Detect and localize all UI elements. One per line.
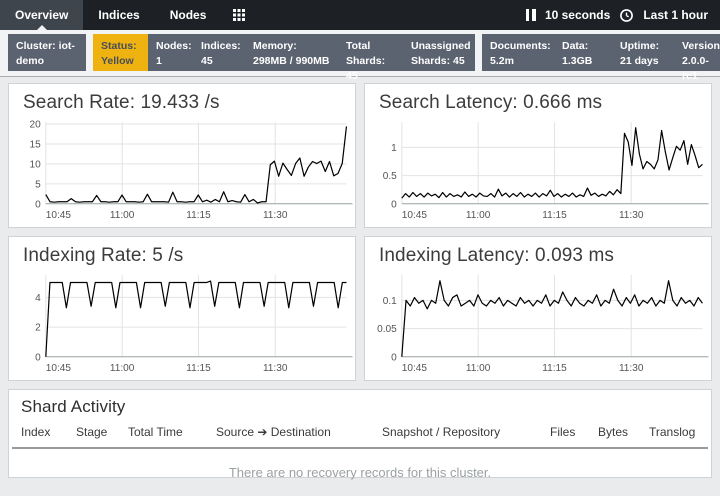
svg-text:2: 2: [35, 323, 41, 334]
charts-grid: Search Rate: 19.433 /s 0510152010:4511:0…: [8, 83, 712, 381]
svg-text:0.05: 0.05: [377, 324, 397, 335]
svg-text:10:45: 10:45: [402, 210, 428, 221]
svg-text:11:00: 11:00: [110, 210, 135, 221]
shard-column: Bytes: [598, 425, 649, 439]
shard-column: Snapshot / Repository: [382, 425, 550, 439]
svg-text:0: 0: [35, 199, 41, 210]
cluster-group: Cluster: iot-demo: [8, 34, 86, 71]
tab-overview[interactable]: Overview: [0, 0, 83, 30]
svg-text:0: 0: [391, 199, 397, 210]
panel-title: Search Rate: 19.433 /s: [23, 92, 355, 114]
documents-cell: Documents: 5.2m: [482, 34, 554, 71]
indexing-rate-chart: 0 2 4 10:45 11:00 11:15 11:30: [9, 268, 353, 381]
svg-text:11:30: 11:30: [619, 210, 644, 221]
panel-title: Indexing Latency: 0.093 ms: [379, 245, 711, 267]
indices-cell: Indices: 45: [193, 34, 245, 71]
time-range[interactable]: Last 1 hour: [643, 8, 708, 22]
svg-text:15: 15: [30, 140, 42, 151]
search-latency-panel: Search Latency: 0.666 ms 0 0.5 1 10:45 11:00…: [364, 83, 712, 228]
shard-activity-panel: Shard Activity IndexStageTotal TimeSourc…: [8, 389, 712, 478]
stats-group: Documents: 5.2mData: 1.3GBUptime: 21 day…: [482, 34, 720, 71]
pause-icon[interactable]: [526, 9, 536, 21]
cluster-summary-bar: Cluster: iot-demo Status: YellowNodes: 1…: [0, 30, 720, 77]
tab-nodes[interactable]: Nodes: [155, 0, 222, 30]
svg-text:20: 20: [30, 120, 42, 131]
version-cell: Version: 2.0.0-rc1: [674, 34, 720, 71]
top-navbar: Overview Indices Nodes 10 seconds: [0, 0, 720, 30]
svg-text:11:15: 11:15: [186, 363, 211, 374]
shard-column: Files: [550, 425, 598, 439]
svg-text:1: 1: [391, 143, 397, 154]
svg-text:11:00: 11:00: [466, 210, 491, 221]
search-latency-chart: 0 0.5 1 10:45 11:00 11:15 11:30: [365, 115, 709, 228]
cluster-cell: Cluster: iot-demo: [8, 34, 86, 71]
shard-column: Source ➔ Destination: [216, 425, 382, 439]
unassigned-shards-cell: Unassigned Shards: 45: [403, 34, 475, 71]
status-group: Status: YellowNodes: 1Indices: 45Memory:…: [93, 34, 475, 71]
uptime-cell: Uptime: 21 days: [612, 34, 674, 71]
svg-text:10:45: 10:45: [46, 210, 72, 221]
indexing-latency-panel: Indexing Latency: 0.093 ms 0 0.05 0.1 10:45…: [364, 236, 712, 381]
panel-title: Indexing Rate: 5 /s: [23, 245, 355, 267]
svg-text:5: 5: [35, 179, 41, 190]
svg-text:0: 0: [35, 352, 41, 363]
svg-text:0: 0: [391, 352, 397, 363]
shard-column: Translog: [649, 425, 695, 439]
shard-column: Index: [21, 425, 76, 439]
svg-text:11:15: 11:15: [186, 210, 211, 221]
page: Overview Indices Nodes 10 seconds: [0, 0, 720, 489]
status-cell: Status: Yellow: [93, 34, 148, 71]
nodes-cell: Nodes: 1: [148, 34, 193, 71]
indexing-latency-chart: 0 0.05 0.1 10:45 11:00 11:15 11:30: [365, 268, 709, 381]
svg-text:11:00: 11:00: [466, 363, 491, 374]
svg-text:10:45: 10:45: [46, 363, 72, 374]
refresh-interval[interactable]: 10 seconds: [545, 8, 610, 22]
navbar-controls: 10 seconds Last 1 hour: [526, 0, 720, 30]
indexing-rate-panel: Indexing Rate: 5 /s 0 2 4 10:45 11:00 11:15 11…: [8, 236, 356, 381]
nav-tabs: Overview Indices Nodes: [0, 0, 257, 30]
data-cell: Data: 1.3GB: [554, 34, 612, 71]
total-shards-cell: Total Shards: 45: [338, 34, 403, 71]
svg-text:10:45: 10:45: [402, 363, 428, 374]
shard-column: Stage: [76, 425, 128, 439]
svg-text:0.1: 0.1: [383, 296, 397, 307]
memory-cell: Memory: 298MB / 990MB: [245, 34, 338, 71]
apps-grid-icon[interactable]: [221, 0, 257, 30]
svg-text:11:15: 11:15: [542, 363, 567, 374]
shard-column: Total Time: [128, 425, 216, 439]
clock-icon[interactable]: [619, 8, 634, 23]
search-rate-chart: 0 5 10 15 20 10:45 11:00 11:15 11:30: [9, 115, 353, 228]
svg-text:4: 4: [35, 293, 41, 304]
tab-indices[interactable]: Indices: [83, 0, 154, 30]
shard-table-header: IndexStageTotal TimeSource ➔ Destination…: [12, 425, 708, 449]
shard-activity-title: Shard Activity: [21, 397, 711, 417]
svg-text:11:00: 11:00: [110, 363, 135, 374]
svg-text:11:30: 11:30: [263, 210, 288, 221]
search-rate-panel: Search Rate: 19.433 /s 0 5 10 15 20 10:45 11:0…: [8, 83, 356, 228]
svg-text:11:30: 11:30: [619, 363, 644, 374]
svg-text:0.5: 0.5: [383, 171, 397, 182]
svg-text:10: 10: [30, 159, 42, 170]
panel-title: Search Latency: 0.666 ms: [379, 92, 711, 114]
svg-text:11:30: 11:30: [263, 363, 288, 374]
svg-text:11:15: 11:15: [542, 210, 567, 221]
